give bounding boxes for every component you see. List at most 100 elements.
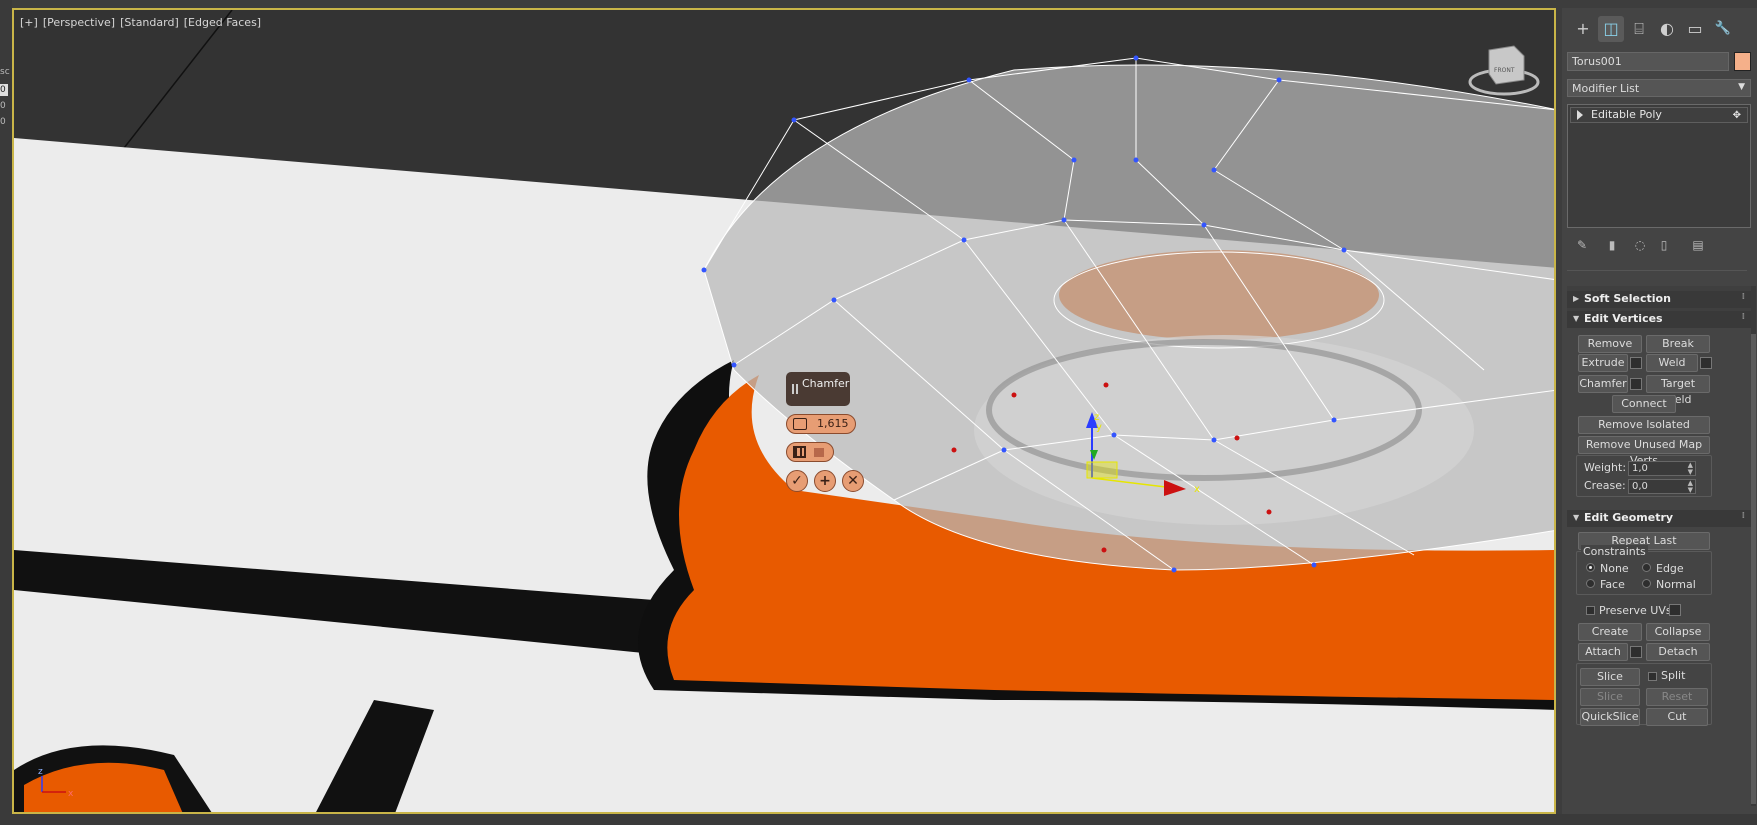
caddy-title: Chamfer — [802, 377, 850, 390]
crease-spinner[interactable]: 0,0 ▲ ▼ — [1628, 479, 1696, 494]
cut-button[interactable]: Cut — [1646, 708, 1708, 726]
gizmo-z-label: z — [1094, 412, 1099, 423]
viewport-menu-faces[interactable]: [Edged Faces] — [184, 16, 261, 29]
chevron-down-icon: ▼ — [1738, 82, 1745, 92]
remove-button[interactable]: Remove — [1578, 335, 1642, 353]
attach-button[interactable]: Attach — [1578, 643, 1628, 661]
motion-icon: ◐ — [1660, 19, 1674, 38]
hierarchy-icon: ⌸ — [1634, 19, 1644, 38]
panel-scrollbar[interactable] — [1751, 286, 1756, 806]
attach-settings-button[interactable] — [1630, 646, 1642, 658]
rollout-title: Soft Selection — [1584, 292, 1671, 305]
left-strip-tick: 0 — [0, 117, 6, 127]
preserve-uvs-checkbox[interactable] — [1586, 606, 1595, 615]
constraint-edge-radio[interactable] — [1642, 563, 1651, 572]
rollout-dots-icon: ⁞ — [1741, 312, 1745, 322]
rollout-title: Edit Geometry — [1584, 511, 1674, 524]
quickslice-button[interactable]: QuickSlice — [1580, 708, 1640, 726]
left-strip-tick: sc — [0, 67, 10, 77]
expand-icon[interactable] — [1577, 110, 1583, 120]
constraint-none-label: None — [1600, 562, 1629, 575]
detach-button[interactable]: Detach — [1646, 643, 1710, 661]
target-weld-button[interactable]: Target Weld — [1646, 375, 1710, 406]
chamfer-button[interactable]: Chamfer — [1578, 375, 1628, 393]
show-end-result-icon[interactable]: ▮ — [1603, 236, 1621, 254]
tab-display[interactable]: ▭ — [1682, 16, 1708, 42]
edit-vertices-rollout[interactable]: ▼ Edit Vertices ⁞ — [1567, 311, 1751, 328]
chamfer-segments-field[interactable] — [786, 442, 834, 462]
edit-geometry-rollout[interactable]: ▼ Edit Geometry ⁞ — [1567, 510, 1751, 527]
create-button[interactable]: Create — [1578, 623, 1642, 641]
modifier-list-dropdown[interactable]: Modifier List ▼ — [1567, 79, 1751, 97]
weld-button[interactable]: Weld — [1646, 354, 1698, 372]
display-icon: ▭ — [1687, 19, 1703, 38]
stack-toolbar: ✎ ▮ ◌ ▯ ▤ — [1567, 236, 1751, 256]
weight-spinner[interactable]: 1,0 ▲ ▼ — [1628, 461, 1696, 476]
rollout-title: Edit Vertices — [1584, 312, 1663, 325]
spinner-arrows-icon[interactable]: ▲ ▼ — [1688, 462, 1693, 476]
break-button[interactable]: Break — [1646, 335, 1710, 353]
spinner-arrows-icon[interactable]: ▲ ▼ — [1688, 480, 1693, 494]
make-unique-icon[interactable]: ◌ — [1631, 236, 1649, 254]
collapse-icon: ▼ — [1573, 314, 1580, 323]
rollout-dots-icon: ⁞ — [1741, 292, 1745, 302]
collapse-icon: ▼ — [1573, 513, 1580, 522]
object-color-swatch[interactable] — [1734, 52, 1751, 71]
tab-motion[interactable]: ◐ — [1654, 16, 1680, 42]
remove-modifier-icon[interactable]: ▯ — [1655, 236, 1673, 254]
gizmo-y-label: y — [1096, 422, 1102, 433]
perspective-viewport[interactable]: y x z FRONT z x [+] [Perspective] [Standar… — [12, 8, 1556, 814]
cancel-button[interactable]: ✕ — [842, 470, 864, 492]
extrude-settings-button[interactable] — [1630, 357, 1642, 369]
app-window: sc 0 0 0 y x z FRONT z x [+] [Perspectiv… — [0, 0, 1757, 825]
ok-button[interactable]: ✓ — [786, 470, 808, 492]
scene-render[interactable]: y x z FRONT z x — [14, 10, 1556, 814]
scrollbar-thumb[interactable] — [1751, 334, 1756, 804]
grip-icon[interactable] — [792, 384, 798, 394]
modifier-stack[interactable]: Editable Poly ✥ — [1567, 104, 1751, 228]
split-checkbox[interactable] — [1648, 672, 1657, 681]
viewport-label[interactable]: [+] [Perspective] [Standard] [Edged Faces] — [20, 16, 266, 29]
light-bulb-icon[interactable]: ✥ — [1733, 109, 1741, 123]
reset-plane-button[interactable]: Reset Plane — [1646, 688, 1708, 719]
soft-selection-rollout[interactable]: ▶ Soft Selection ⁞ — [1567, 291, 1751, 308]
apply-button[interactable]: + — [814, 470, 836, 492]
pin-stack-icon[interactable]: ✎ — [1573, 236, 1591, 254]
left-strip: sc 0 0 0 — [0, 0, 12, 825]
tab-modify[interactable]: ◫ — [1598, 16, 1624, 42]
tab-create[interactable]: + — [1570, 16, 1596, 42]
viewport-menu-plus[interactable]: [+] — [20, 16, 38, 29]
extrude-button[interactable]: Extrude — [1578, 354, 1628, 372]
slice-plane-button[interactable]: Slice Plane — [1580, 668, 1640, 699]
weight-value: 1,0 — [1632, 463, 1648, 474]
remove-unused-map-verts-button[interactable]: Remove Unused Map Verts — [1578, 436, 1710, 467]
rollout-dots-icon: ⁞ — [1741, 511, 1745, 521]
bottom-strip — [0, 814, 1757, 825]
configure-sets-icon[interactable]: ▤ — [1689, 236, 1707, 254]
command-panel: + ◫ ⌸ ◐ ▭ 🔧 Torus001 Modifier List ▼ Edit… — [1562, 8, 1757, 814]
slice-button[interactable]: Slice — [1580, 688, 1640, 706]
constraint-face-radio[interactable] — [1586, 579, 1595, 588]
constraint-normal-radio[interactable] — [1642, 579, 1651, 588]
constraint-face-label: Face — [1600, 578, 1625, 591]
viewport-menu-view[interactable]: [Perspective] — [43, 16, 115, 29]
connect-button[interactable]: Connect — [1612, 395, 1676, 413]
caddy-title-bar[interactable]: Chamfer — [786, 372, 850, 406]
weld-settings-button[interactable] — [1700, 357, 1712, 369]
remove-isolated-vertices-button[interactable]: Remove Isolated Vertices — [1578, 416, 1710, 447]
stack-item-editable-poly[interactable]: Editable Poly ✥ — [1570, 107, 1748, 123]
collapse-button[interactable]: Collapse — [1646, 623, 1710, 641]
constraint-none-radio[interactable] — [1586, 563, 1595, 572]
chamfer-amount-field[interactable]: 1,615 — [786, 414, 856, 434]
axis-x-label: x — [68, 789, 74, 799]
preserve-uvs-settings-button[interactable] — [1669, 604, 1681, 616]
tab-utilities[interactable]: 🔧 — [1710, 16, 1736, 42]
object-name-field[interactable]: Torus001 — [1567, 52, 1729, 71]
chamfer-settings-button[interactable] — [1630, 378, 1642, 390]
left-strip-tick[interactable]: 0 — [0, 84, 8, 96]
viewport-menu-shading[interactable]: [Standard] — [120, 16, 179, 29]
expand-icon: ▶ — [1573, 294, 1580, 303]
tab-hierarchy[interactable]: ⌸ — [1626, 16, 1652, 42]
panel-divider[interactable] — [1567, 270, 1747, 271]
constraint-edge-label: Edge — [1656, 562, 1684, 575]
